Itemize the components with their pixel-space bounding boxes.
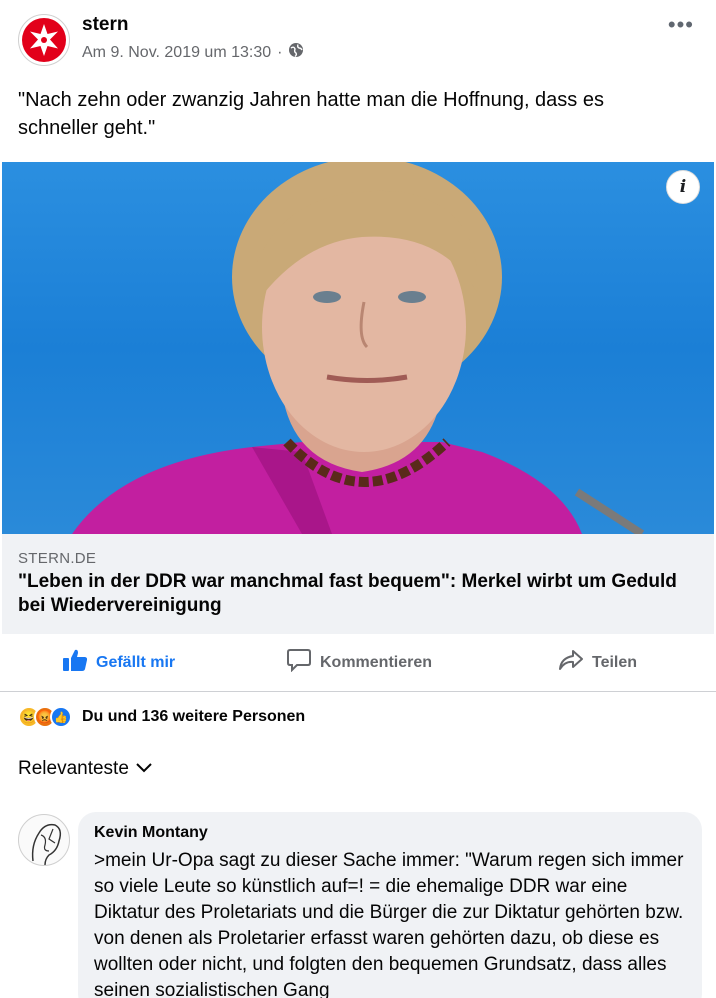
sort-label: Relevanteste (18, 758, 129, 779)
like-label: Gefällt mir (96, 653, 176, 671)
commenter-avatar[interactable] (18, 814, 70, 866)
share-label: Teilen (592, 653, 638, 671)
link-title[interactable]: "Leben in der DDR war manchmal fast bequ… (18, 570, 708, 618)
meta-separator: · (277, 43, 283, 61)
reactions-summary[interactable]: 😆 😡 👍 Du und 136 weitere Personen (18, 706, 305, 728)
comment-label: Kommentieren (320, 653, 433, 671)
photo-illustration (72, 162, 645, 534)
comment-sort-dropdown[interactable]: Relevanteste (18, 758, 153, 780)
comment-author[interactable]: Kevin Montany (94, 824, 686, 842)
speech-bubble-icon (286, 648, 312, 677)
info-icon[interactable]: i (666, 170, 700, 204)
post-meta: Am 9. Nov. 2019 um 13:30 · (82, 42, 304, 63)
link-domain: STERN.DE (18, 550, 97, 567)
share-arrow-icon (558, 648, 584, 677)
thumbs-up-icon (62, 648, 88, 677)
comment-button[interactable]: Kommentieren (286, 648, 432, 677)
globe-icon (288, 42, 304, 63)
post-text: "Nach zehn oder zwanzig Jahren hatte man… (18, 89, 604, 139)
like-button[interactable]: Gefällt mir (62, 648, 175, 677)
comment-bubble: Kevin Montany >mein Ur-Opa sagt zu diese… (78, 812, 702, 998)
reactions-count: Du und 136 weitere Personen (82, 708, 306, 725)
page-avatar[interactable] (18, 14, 70, 66)
stern-logo-icon (22, 18, 66, 62)
link-preview[interactable]: STERN.DE "Leben in der DDR war manchmal … (2, 534, 714, 634)
article-photo[interactable]: i (2, 162, 714, 534)
share-button[interactable]: Teilen (558, 648, 637, 677)
comment-text: >mein Ur-Opa sagt zu dieser Sache immer:… (94, 850, 684, 998)
post-header: stern Am 9. Nov. 2019 um 13:30 · ••• (0, 0, 716, 76)
like-reaction-icon: 👍 (50, 706, 72, 728)
page-name[interactable]: stern (82, 14, 128, 36)
action-bar: Gefällt mir Kommentieren Teilen (0, 634, 716, 692)
reaction-icons: 😆 😡 👍 (18, 706, 72, 728)
ellipsis-icon[interactable]: ••• (668, 12, 694, 38)
post-timestamp[interactable]: Am 9. Nov. 2019 um 13:30 (82, 44, 271, 62)
chevron-down-icon (135, 758, 153, 780)
